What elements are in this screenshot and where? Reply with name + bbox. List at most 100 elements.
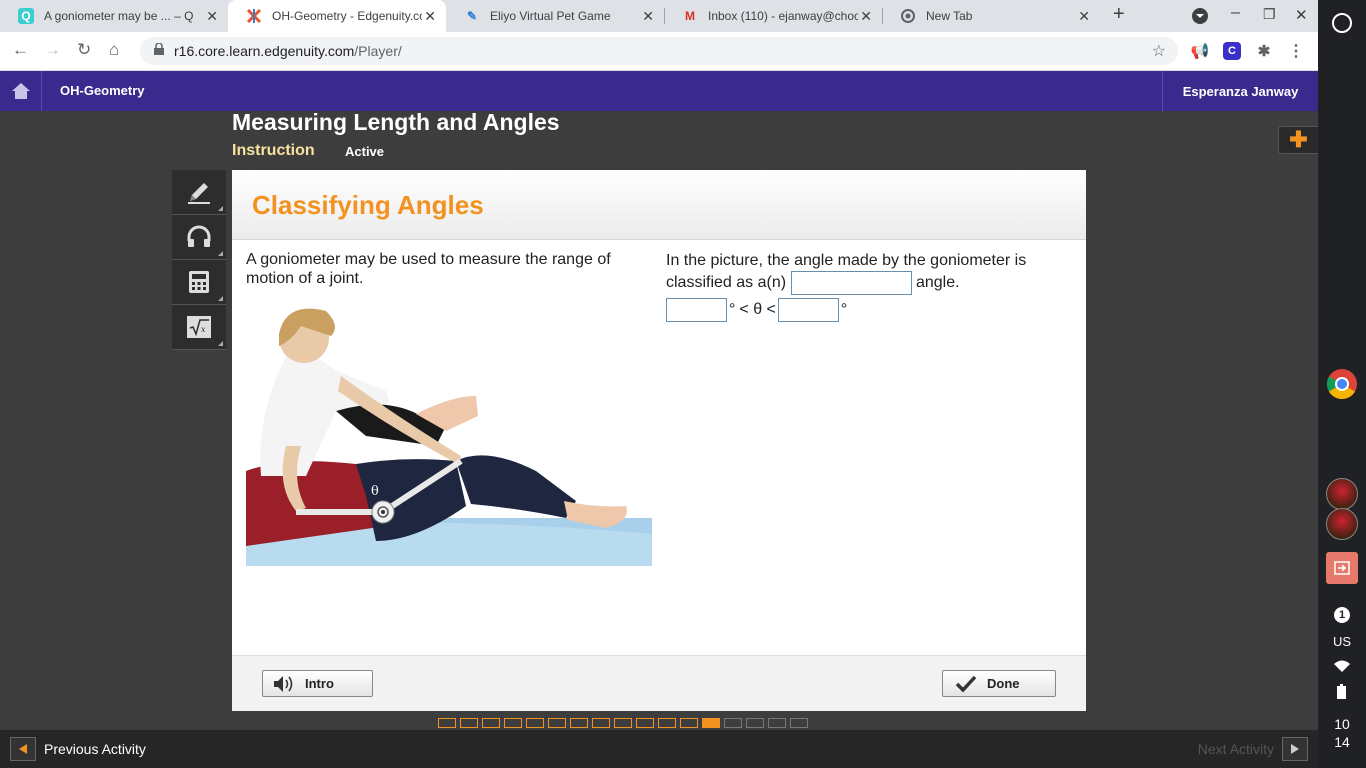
- close-icon[interactable]: ✕: [860, 8, 872, 25]
- clock-hour[interactable]: 10: [1318, 716, 1366, 732]
- wifi-icon[interactable]: [1334, 660, 1350, 672]
- close-window-icon[interactable]: ✕: [1295, 6, 1308, 24]
- chrome-icon: [900, 8, 916, 24]
- home-button[interactable]: [0, 71, 42, 111]
- tab-active[interactable]: Active: [345, 144, 384, 159]
- tab-gmail[interactable]: M Inbox (110) - ejanway@choc ✕: [664, 0, 882, 32]
- progress-step[interactable]: [790, 718, 808, 728]
- c-extension-icon[interactable]: C: [1223, 42, 1241, 60]
- back-icon[interactable]: ←: [12, 40, 29, 60]
- launcher-icon[interactable]: [1332, 13, 1352, 33]
- progress-step[interactable]: [614, 718, 632, 728]
- theta-label: θ: [371, 484, 379, 499]
- reload-icon[interactable]: ↻: [77, 40, 91, 60]
- progress-step[interactable]: [570, 718, 588, 728]
- tab-title: New Tab: [926, 9, 973, 23]
- course-name[interactable]: OH-Geometry: [60, 83, 145, 98]
- degree-symbol: °: [840, 301, 848, 318]
- progress-step[interactable]: [460, 718, 478, 728]
- progress-step[interactable]: [680, 718, 698, 728]
- tab-new-tab[interactable]: New Tab ✕: [882, 0, 1100, 32]
- address-bar[interactable]: r16.core.learn.edgenuity.com/Player/ ☆: [140, 37, 1178, 65]
- progress-step[interactable]: [746, 718, 764, 728]
- question-suffix: angle.: [915, 274, 960, 292]
- clock-minute[interactable]: 14: [1318, 734, 1366, 750]
- notification-badge[interactable]: 1: [1334, 607, 1350, 623]
- tab-title: Eliyo Virtual Pet Game: [490, 9, 611, 23]
- pencil-tool-button[interactable]: [172, 170, 226, 215]
- progress-step[interactable]: [658, 718, 676, 728]
- done-button[interactable]: Done: [942, 670, 1056, 697]
- classification-input[interactable]: [790, 271, 912, 295]
- progress-step[interactable]: [702, 718, 720, 728]
- avatar[interactable]: [1326, 478, 1358, 510]
- square-root-icon: x: [187, 316, 211, 338]
- intro-button[interactable]: Intro: [262, 670, 373, 697]
- activity-panel: Classifying Angles A goniometer may be u…: [232, 170, 1086, 711]
- progress-step[interactable]: [504, 718, 522, 728]
- house-icon: [11, 83, 30, 99]
- url-text: r16.core.learn.edgenuity.com/Player/: [174, 43, 402, 59]
- gmail-icon: M: [685, 9, 695, 23]
- audio-tool-button[interactable]: [172, 215, 226, 260]
- kebab-menu-icon[interactable]: ⋮: [1287, 42, 1305, 60]
- tools-sidebar: x: [172, 170, 226, 350]
- right-arrow-icon: [1282, 737, 1308, 761]
- progress-step[interactable]: [592, 718, 610, 728]
- close-icon[interactable]: ✕: [206, 8, 218, 25]
- lock-icon: [154, 43, 164, 55]
- plus-icon[interactable]: ✚: [1278, 126, 1318, 154]
- home-icon[interactable]: ⌂: [109, 40, 119, 60]
- restore-icon[interactable]: ❐: [1263, 6, 1276, 23]
- new-tab-icon[interactable]: +: [1113, 3, 1125, 26]
- lower-bound-input[interactable]: [666, 298, 727, 322]
- progress-step[interactable]: [482, 718, 500, 728]
- intro-label: Intro: [305, 676, 334, 691]
- progress-step[interactable]: [548, 718, 566, 728]
- edgenuity-icon: [246, 8, 262, 24]
- tab-search-icon[interactable]: [1191, 7, 1209, 30]
- close-icon[interactable]: ✕: [642, 8, 654, 25]
- progress-step[interactable]: [768, 718, 786, 728]
- next-activity-button[interactable]: Next Activity: [1198, 737, 1308, 761]
- progress-step[interactable]: [438, 718, 456, 728]
- close-icon[interactable]: ✕: [424, 8, 436, 25]
- goniometer-photo: θ: [246, 296, 652, 566]
- exit-icon[interactable]: [1326, 552, 1358, 584]
- left-arrow-icon: [10, 737, 36, 761]
- tab-edgenuity[interactable]: OH-Geometry - Edgenuity.co ✕: [228, 0, 446, 32]
- activity-progress: [438, 718, 812, 730]
- forward-icon[interactable]: →: [44, 40, 61, 60]
- tab-eliyo[interactable]: ✎ Eliyo Virtual Pet Game ✕: [446, 0, 664, 32]
- speaker-icon: [274, 675, 293, 692]
- battery-icon[interactable]: [1337, 684, 1346, 699]
- close-icon[interactable]: ✕: [1078, 8, 1090, 25]
- formula-tool-button[interactable]: x: [172, 305, 226, 350]
- prompt-text: A goniometer may be used to measure the …: [246, 251, 611, 287]
- tab-title: Inbox (110) - ejanway@choc: [708, 9, 858, 23]
- tab-title: A goniometer may be ... – Qu: [44, 9, 194, 23]
- lesson-title: Measuring Length and Angles: [232, 109, 560, 135]
- progress-step[interactable]: [636, 718, 654, 728]
- puzzle-extensions-icon[interactable]: ✱: [1255, 42, 1273, 60]
- keyboard-locale[interactable]: US: [1318, 634, 1366, 649]
- minimize-icon[interactable]: –: [1231, 4, 1240, 22]
- pencil-icon: [188, 183, 210, 204]
- svg-text:x: x: [201, 325, 206, 334]
- eliyo-icon: ✎: [466, 9, 478, 23]
- calculator-tool-button[interactable]: [172, 260, 226, 305]
- chrome-app-icon[interactable]: [1326, 368, 1358, 400]
- avatar[interactable]: [1326, 508, 1358, 540]
- browser-tab-strip: Q A goniometer may be ... – Qu ✕ OH-Geom…: [0, 0, 1318, 32]
- user-name[interactable]: Esperanza Janway: [1162, 71, 1318, 111]
- upper-bound-input[interactable]: [777, 298, 839, 322]
- previous-activity-button[interactable]: Previous Activity: [10, 737, 146, 761]
- progress-step[interactable]: [526, 718, 544, 728]
- activity-title: Classifying Angles: [252, 190, 484, 220]
- megaphone-extension-icon[interactable]: 📢: [1191, 42, 1210, 60]
- progress-step[interactable]: [724, 718, 742, 728]
- tab-quizlet[interactable]: Q A goniometer may be ... – Qu ✕: [0, 0, 228, 32]
- bookmark-star-icon[interactable]: ☆: [1152, 41, 1166, 61]
- tab-instruction[interactable]: Instruction: [232, 142, 315, 160]
- next-activity-label: Next Activity: [1197, 741, 1274, 757]
